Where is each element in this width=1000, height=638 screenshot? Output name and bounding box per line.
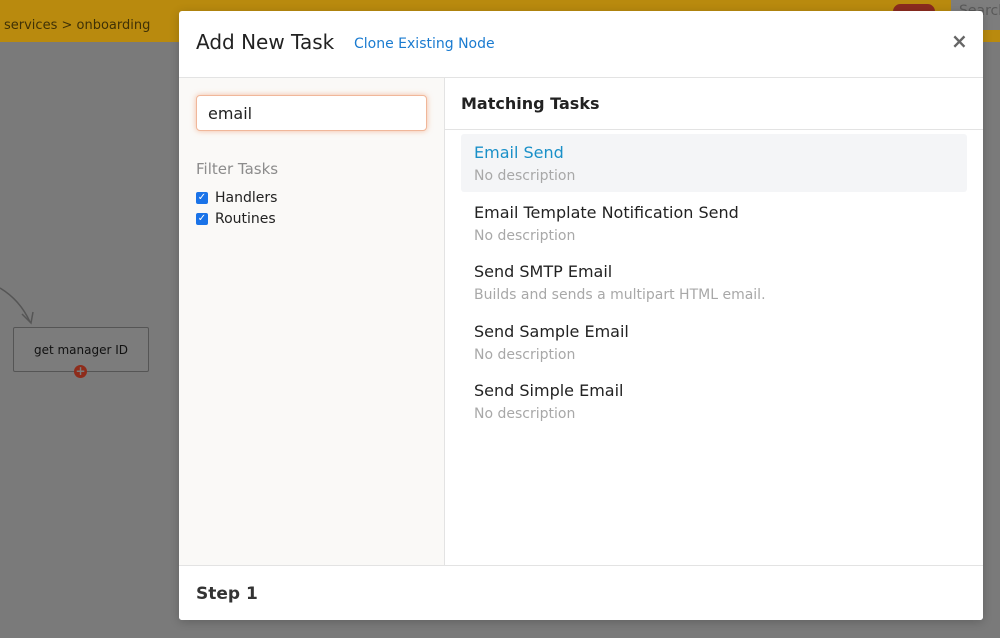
filter-routines-label: Routines — [215, 211, 276, 227]
task-description: No description — [474, 406, 576, 422]
filter-routines[interactable]: ✓ Routines — [196, 211, 276, 227]
task-name: Email Template Notification Send — [474, 203, 739, 222]
filter-title: Filter Tasks — [196, 160, 279, 178]
filter-handlers-label: Handlers — [215, 190, 278, 206]
checkbox-checked-icon[interactable]: ✓ — [196, 213, 208, 225]
task-item[interactable]: Send Simple Email No description — [461, 372, 967, 430]
close-icon[interactable]: × — [951, 29, 968, 53]
workflow-node-label: get manager ID — [33, 343, 129, 357]
task-description: No description — [474, 347, 576, 363]
step-label: Step 1 — [196, 584, 258, 604]
modal-header: Add New Task Clone Existing Node × — [179, 11, 983, 78]
clone-existing-node-link[interactable]: Clone Existing Node — [354, 36, 495, 52]
task-item[interactable]: Email Send No description — [461, 134, 967, 192]
task-item[interactable]: Email Template Notification Send No desc… — [461, 194, 967, 252]
task-name: Send Sample Email — [474, 322, 629, 341]
filter-handlers[interactable]: ✓ Handlers — [196, 190, 277, 206]
task-item[interactable]: Send SMTP Email Builds and sends a multi… — [461, 253, 967, 311]
matching-tasks-title: Matching Tasks — [461, 94, 600, 113]
add-node-icon[interactable]: + — [74, 365, 87, 378]
modal-title: Add New Task — [196, 30, 335, 54]
workflow-edge — [0, 287, 34, 325]
task-name: Send SMTP Email — [474, 262, 613, 281]
task-search-input[interactable] — [196, 95, 427, 131]
task-description: No description — [474, 168, 576, 184]
task-name: Email Send — [474, 143, 564, 162]
filter-panel: Filter Tasks ✓ Handlers ✓ Routines — [179, 78, 445, 565]
task-name: Send Simple Email — [474, 381, 624, 400]
breadcrumb[interactable]: services > onboarding — [4, 18, 150, 33]
modal-footer: Step 1 — [179, 565, 983, 620]
task-description: Builds and sends a multipart HTML email. — [474, 287, 766, 303]
task-item[interactable]: Send Sample Email No description — [461, 313, 967, 371]
matching-header: Matching Tasks — [445, 78, 983, 130]
add-task-modal: Add New Task Clone Existing Node × Filte… — [179, 11, 983, 620]
checkbox-checked-icon[interactable]: ✓ — [196, 192, 208, 204]
task-description: No description — [474, 228, 576, 244]
matching-tasks-panel: Matching Tasks Email Send No description… — [445, 78, 983, 565]
